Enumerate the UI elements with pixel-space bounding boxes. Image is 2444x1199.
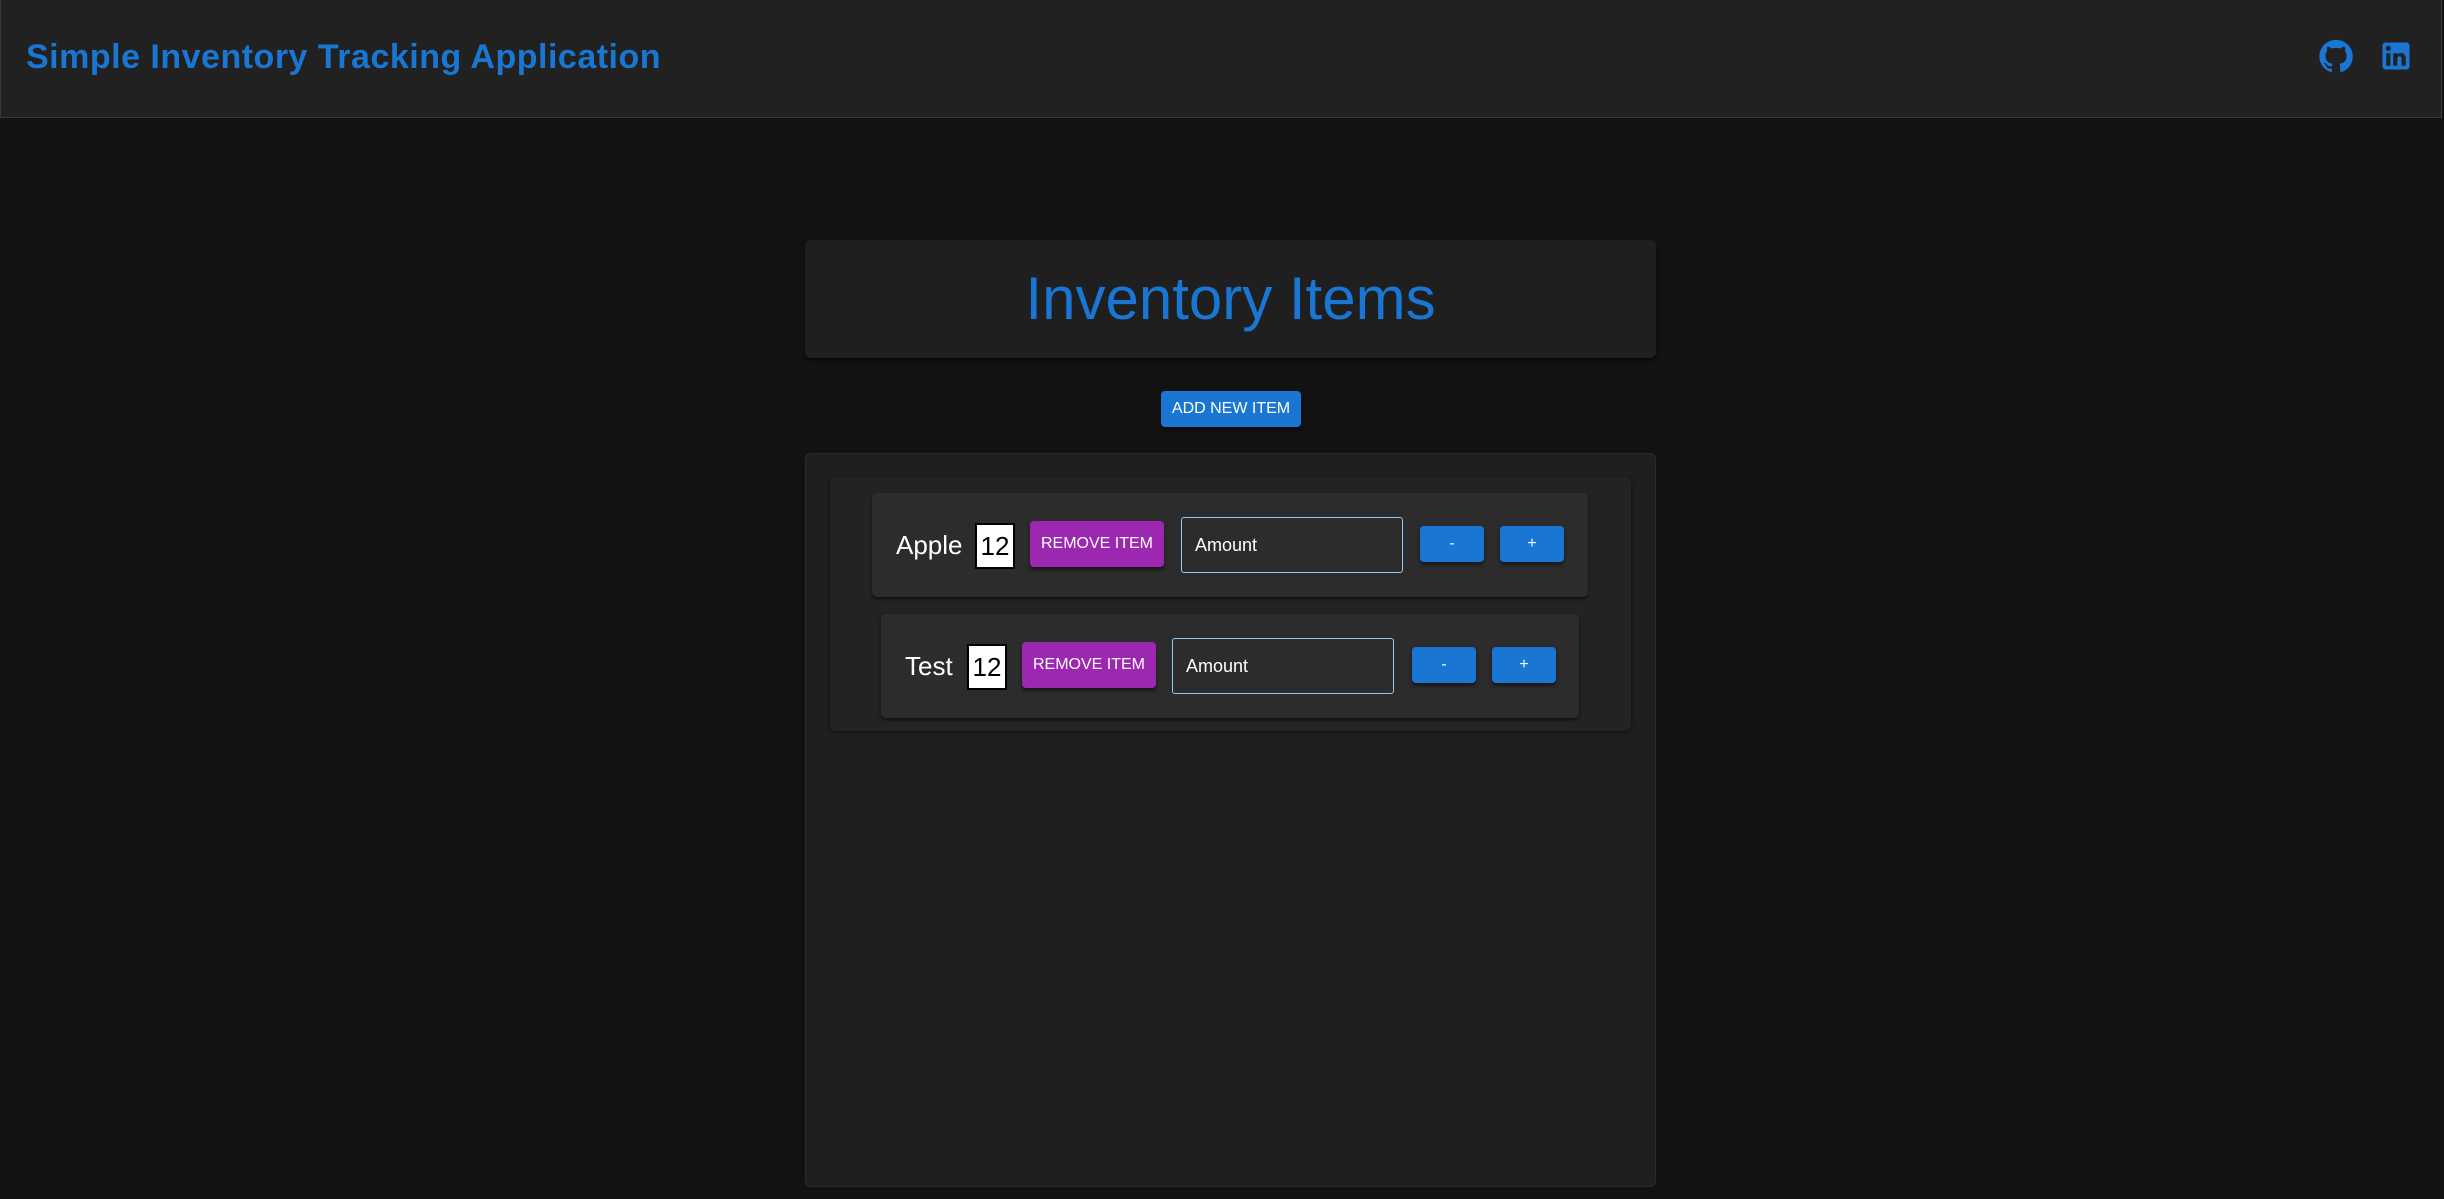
app-title: Simple Inventory Tracking Application	[26, 38, 662, 76]
inventory-item-row: Apple 12 REMOVE ITEM - +	[872, 493, 1588, 597]
item-name: Test	[905, 651, 953, 681]
linkedin-icon	[2382, 42, 2410, 70]
remove-item-button[interactable]: REMOVE ITEM	[1022, 642, 1156, 688]
inventory-item-row: Test 12 REMOVE ITEM - +	[881, 614, 1579, 718]
github-icon	[2319, 39, 2353, 73]
github-link[interactable]	[2316, 36, 2356, 76]
page-title: Inventory Items	[1025, 265, 1436, 332]
increment-button[interactable]: +	[1500, 526, 1564, 562]
item-quantity: 12	[975, 523, 1015, 569]
increment-button[interactable]: +	[1492, 647, 1556, 683]
decrement-button[interactable]: -	[1420, 526, 1484, 562]
decrement-button[interactable]: -	[1412, 647, 1476, 683]
item-name: Apple	[896, 530, 963, 560]
item-quantity: 12	[967, 644, 1007, 690]
amount-input[interactable]	[1172, 638, 1394, 694]
inventory-title-card: Inventory Items	[805, 240, 1656, 358]
app-bar: Simple Inventory Tracking Application	[0, 0, 2442, 118]
amount-input[interactable]	[1181, 517, 1403, 573]
linkedin-link[interactable]	[2376, 36, 2416, 76]
add-new-item-button[interactable]: ADD NEW ITEM	[1161, 391, 1301, 427]
remove-item-button[interactable]: REMOVE ITEM	[1030, 521, 1164, 567]
